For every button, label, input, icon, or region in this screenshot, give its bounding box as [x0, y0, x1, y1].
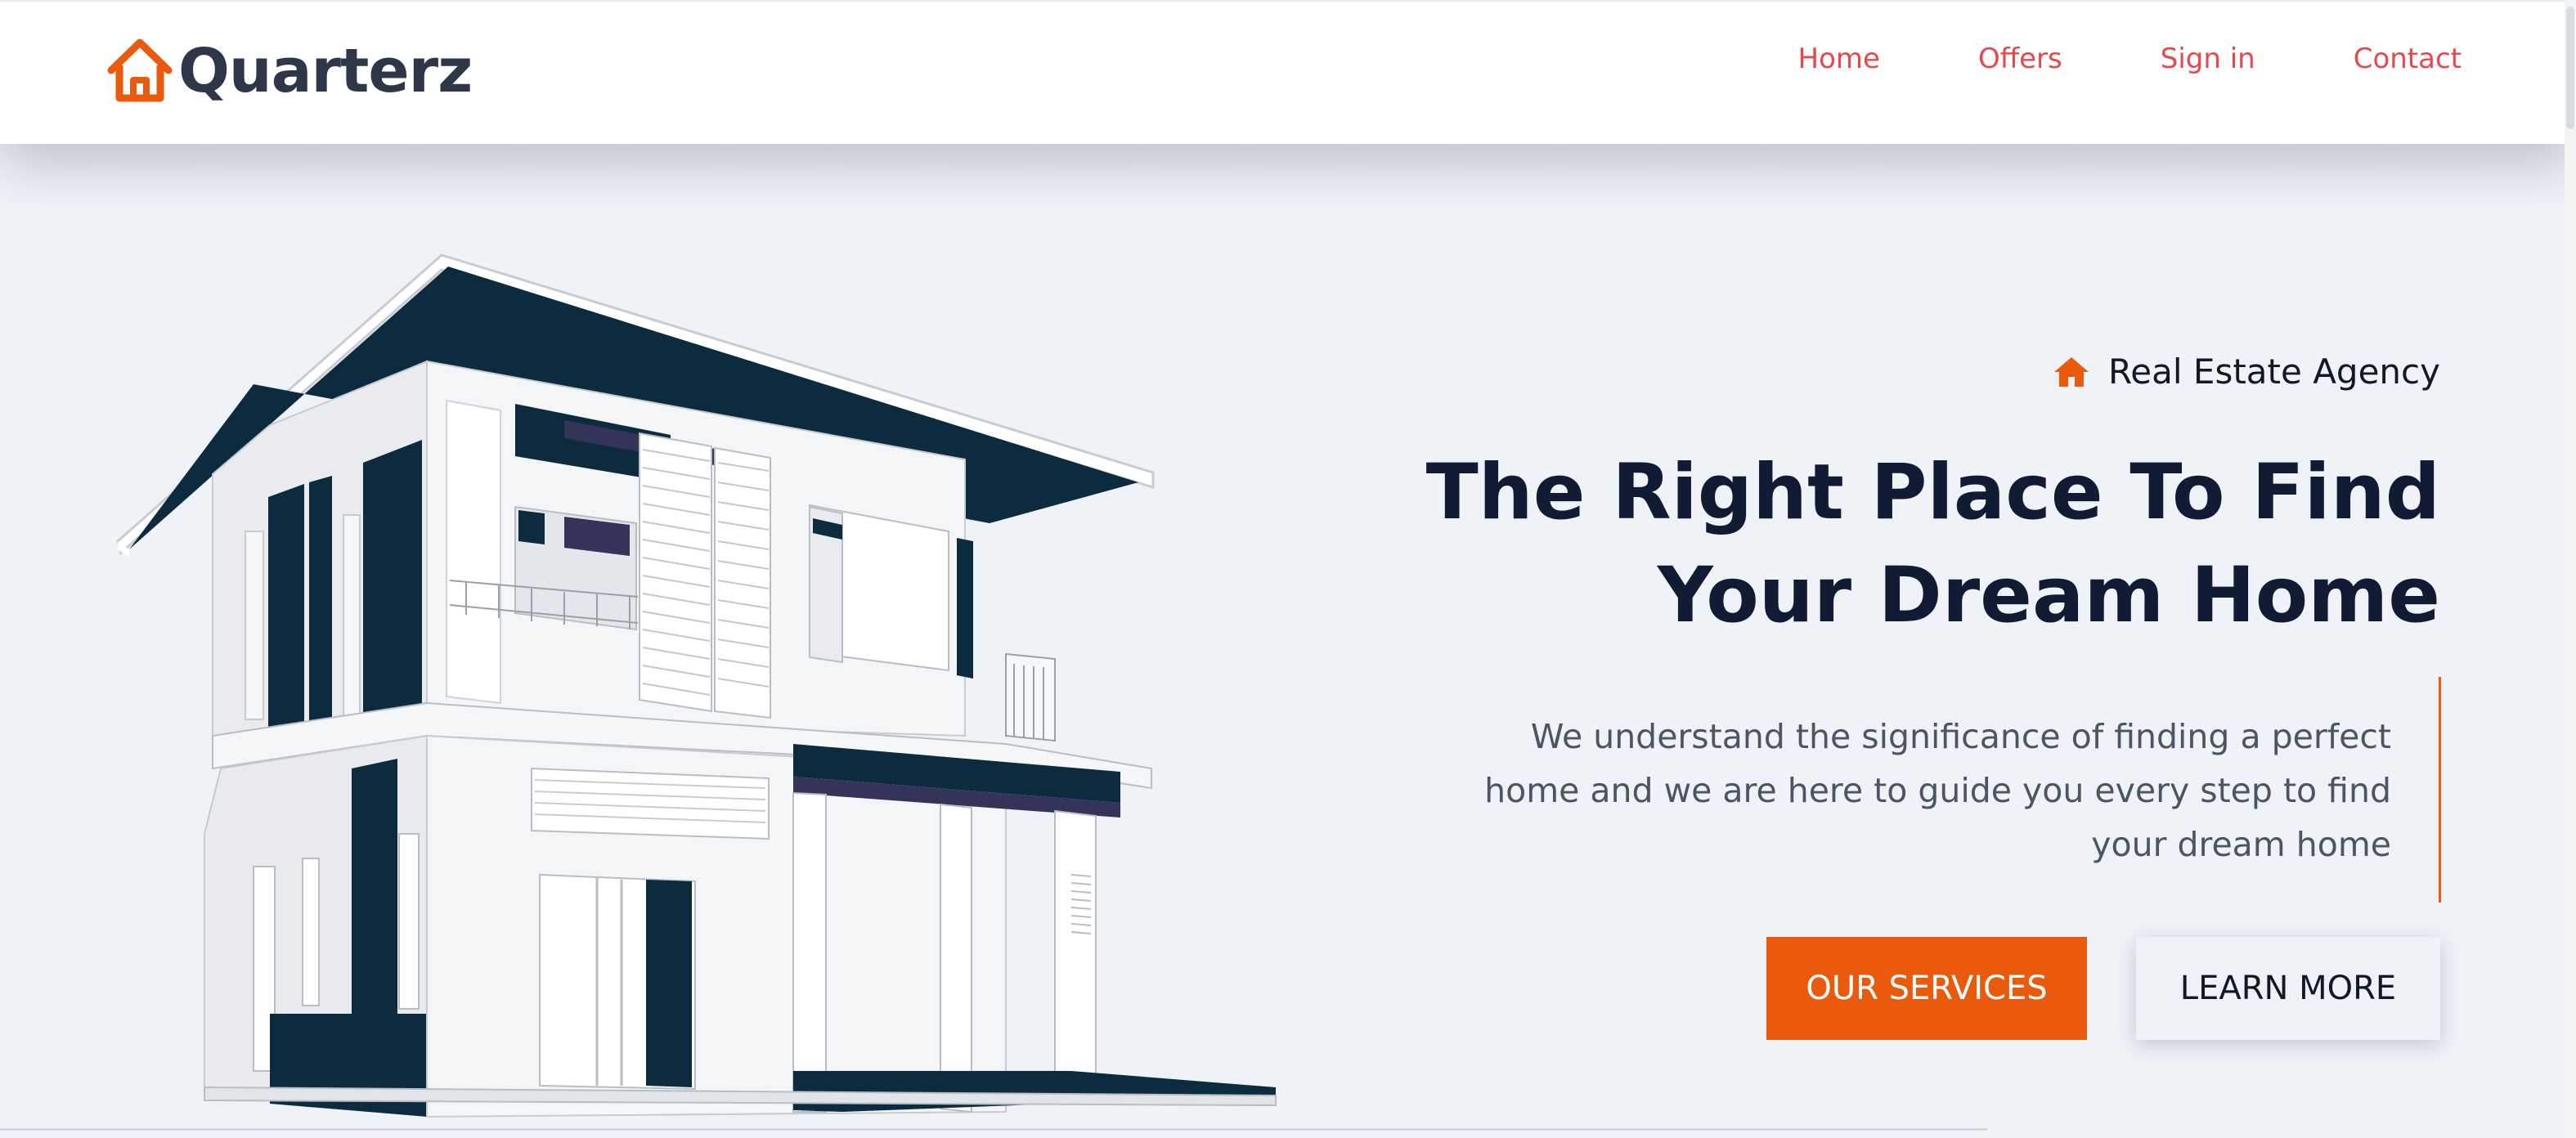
- main-nav: Home Offers Sign in Contact: [1700, 43, 2462, 75]
- hero-headline: The Right Place To Find Your Dream Home: [1377, 441, 2440, 647]
- nav-signin-link[interactable]: Sign in: [2161, 43, 2255, 75]
- description-accent-bar: [2439, 677, 2441, 903]
- our-services-button[interactable]: OUR SERVICES: [1766, 937, 2087, 1040]
- scrollbar-thumb[interactable]: [2566, 7, 2574, 129]
- page-scrollbar[interactable]: [2565, 0, 2576, 1138]
- nav-contact-link[interactable]: Contact: [2354, 43, 2462, 75]
- headline-line-1: The Right Place To Find: [1425, 448, 2440, 537]
- house-outline-icon: [107, 38, 173, 102]
- hero-house-illustration: [116, 253, 1277, 1118]
- hero-tagline: Real Estate Agency: [2053, 352, 2440, 392]
- headline-line-2: Your Dream Home: [1657, 551, 2440, 640]
- brand-logo[interactable]: Quarterz: [103, 26, 473, 116]
- nav-home-link[interactable]: Home: [1798, 43, 1880, 75]
- tagline-text: Real Estate Agency: [2108, 352, 2440, 392]
- house-icon: [2054, 356, 2089, 387]
- nav-offers-link[interactable]: Offers: [1978, 43, 2062, 75]
- learn-more-button[interactable]: LEARN MORE: [2136, 937, 2440, 1040]
- hero-description: We understand the significance of findin…: [1484, 717, 2391, 864]
- brand-name: Quarterz: [178, 36, 473, 106]
- section-divider: [0, 1128, 1987, 1131]
- top-navbar: Quarterz Home Offers Sign in Contact: [0, 0, 2576, 144]
